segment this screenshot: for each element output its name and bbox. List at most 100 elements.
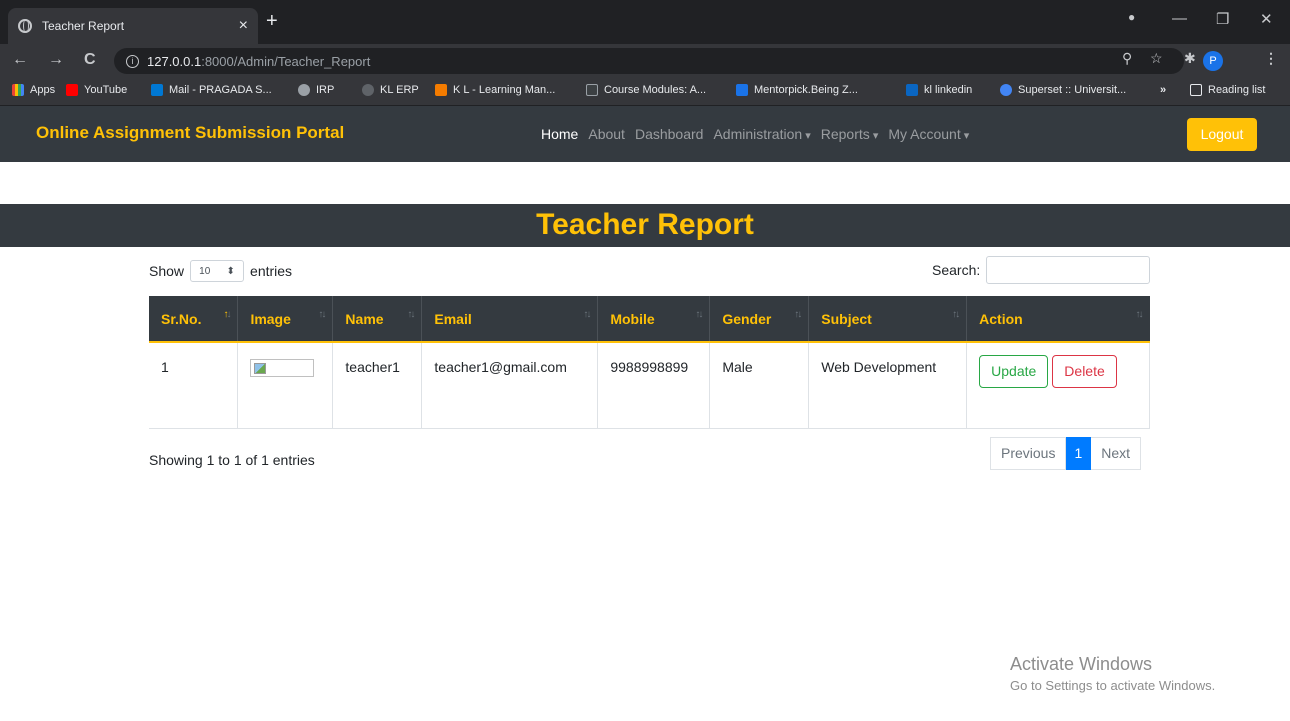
search-input[interactable] [986, 256, 1151, 284]
activate-windows-watermark: Activate Windows Go to Settings to activ… [1010, 654, 1215, 693]
watermark-line1: Activate Windows [1010, 654, 1153, 674]
aws-icon [586, 84, 598, 96]
col-gender[interactable]: Gender ↑↓ [709, 296, 809, 343]
reload-icon[interactable]: C [84, 51, 96, 69]
profile-avatar[interactable]: P [1203, 51, 1223, 71]
sort-icon: ↑↓ [952, 309, 960, 320]
col-mobile[interactable]: Mobile ↑↓ [597, 296, 710, 343]
cell-gender: Male [709, 342, 809, 429]
moodle-icon [435, 84, 447, 96]
nav-links: Home About Dashboard Administration Repo… [541, 126, 969, 142]
col-action[interactable]: Action ↑↓ [966, 296, 1150, 343]
apps-grid-icon [12, 84, 24, 96]
outlook-icon [151, 84, 163, 96]
youtube-icon [66, 84, 78, 96]
menu-kebab-icon[interactable]: ⋮ [1264, 50, 1278, 67]
sort-icon: ↑↓ [407, 309, 415, 320]
bookmark-kl-erp[interactable]: KL ERP [362, 84, 419, 96]
close-window-icon[interactable]: ✕ [1260, 10, 1273, 28]
col-email[interactable]: Email ↑↓ [421, 296, 598, 343]
entries-label: entries [250, 263, 293, 279]
restore-icon[interactable]: ❐ [1216, 10, 1229, 28]
bookmark-superset[interactable]: Superset :: Universit... [1000, 84, 1126, 96]
globe-icon [18, 19, 32, 33]
cell-subject: Web Development [808, 342, 967, 429]
nav-administration[interactable]: Administration [713, 126, 810, 142]
teacher-table: Sr.No. ↑↓ Image ↑↓ Name ↑↓ Email ↑↓ Mobile ↑↓… [149, 296, 1150, 429]
update-button[interactable]: Update [979, 355, 1049, 388]
logout-button[interactable]: Logout [1187, 118, 1257, 151]
cell-email: teacher1@gmail.com [421, 342, 598, 429]
search-control: Search: [932, 256, 1151, 284]
url-input[interactable]: i 127.0.0.1 :8000/Admin/Teacher_Report [114, 48, 1184, 74]
forward-icon[interactable]: → [48, 51, 64, 69]
sort-icon: ↑↓ [583, 309, 591, 320]
bookmark-irp[interactable]: IRP [298, 84, 334, 96]
entries-select[interactable]: 10 ⬍ [190, 260, 245, 282]
next-button[interactable]: Next [1091, 437, 1142, 470]
url-host: 127.0.0.1 [147, 53, 202, 69]
extensions-icon[interactable]: ✱ [1184, 50, 1196, 67]
sort-icon: ↑↓ [794, 309, 802, 320]
sort-icon: ↑↓ [318, 309, 326, 320]
mentorpick-icon [736, 84, 748, 96]
previous-button[interactable]: Previous [990, 437, 1067, 470]
bookmark-course-modules[interactable]: Course Modules: A... [586, 84, 706, 96]
nav-about[interactable]: About [588, 126, 625, 142]
site-info-icon[interactable]: i [126, 54, 139, 68]
kl-erp-icon [362, 84, 374, 96]
brand-title[interactable]: Online Assignment Submission Portal [36, 123, 344, 143]
bookmark-mail[interactable]: Mail - PRAGADA S... [151, 84, 272, 96]
bookmarks-more[interactable]: » [1160, 84, 1166, 96]
new-tab-icon[interactable]: + [266, 10, 278, 33]
delete-button[interactable]: Delete [1052, 355, 1117, 388]
col-image[interactable]: Image ↑↓ [237, 296, 333, 343]
back-icon[interactable]: ← [12, 51, 28, 69]
tab-close-icon[interactable]: × [239, 17, 248, 35]
bookmark-kl-learning[interactable]: K L - Learning Man... [435, 84, 555, 96]
col-srno[interactable]: Sr.No. ↑↓ [149, 296, 238, 343]
cell-mobile: 9988998899 [597, 342, 710, 429]
cell-image [237, 342, 333, 429]
tab-title: Teacher Report [42, 19, 125, 33]
sort-icon: ↑↓ [223, 309, 231, 320]
nav-reports[interactable]: Reports [821, 126, 879, 142]
col-subject[interactable]: Subject ↑↓ [808, 296, 967, 343]
nav-my-account[interactable]: My Account [888, 126, 969, 142]
page-title: Teacher Report [536, 208, 754, 241]
linkedin-icon [906, 84, 918, 96]
sort-icon: ↑↓ [1135, 309, 1144, 320]
page-header: Teacher Report [0, 204, 1290, 247]
nav-home[interactable]: Home [541, 126, 578, 142]
browser-tab-bar: Teacher Report × + ● — ❐ ✕ [0, 0, 1290, 44]
broken-image-icon [250, 359, 315, 377]
reading-list[interactable]: Reading list [1190, 84, 1265, 96]
site-navbar: Online Assignment Submission Portal Home… [0, 106, 1290, 162]
cell-srno: 1 [149, 342, 238, 429]
minimize-icon[interactable]: — [1172, 10, 1187, 27]
irp-icon [298, 84, 310, 96]
table-info: Showing 1 to 1 of 1 entries [149, 452, 315, 468]
bookmark-apps[interactable]: Apps [12, 84, 55, 96]
entries-select-value: 10 [199, 265, 211, 277]
col-name[interactable]: Name ↑↓ [332, 296, 422, 343]
length-control: Show 10 ⬍ entries [149, 260, 292, 282]
cell-action: Update Delete [966, 342, 1150, 429]
select-arrows-icon: ⬍ [226, 265, 235, 277]
address-bar: ← → C i 127.0.0.1 :8000/Admin/Teacher_Re… [0, 44, 1290, 78]
bookmark-mentorpick[interactable]: Mentorpick.Being Z... [736, 84, 858, 96]
page-1-button[interactable]: 1 [1066, 437, 1092, 470]
nav-dashboard[interactable]: Dashboard [635, 126, 704, 142]
url-path: :8000/Admin/Teacher_Report [201, 53, 371, 69]
tab-search-icon[interactable]: ● [1128, 10, 1135, 24]
bookmarks-bar: Apps YouTube Mail - PRAGADA S... IRP KL … [0, 78, 1290, 106]
superset-icon [1000, 84, 1012, 96]
table-header-row: Sr.No. ↑↓ Image ↑↓ Name ↑↓ Email ↑↓ Mobile ↑↓… [149, 296, 1150, 343]
sort-icon: ↑↓ [695, 309, 703, 320]
browser-tab[interactable]: Teacher Report × [8, 8, 258, 44]
bookmark-star-icon[interactable]: ☆ [1150, 50, 1163, 67]
bookmark-kl-linkedin[interactable]: kl linkedin [906, 84, 972, 96]
zoom-icon[interactable]: ⚲ [1122, 50, 1132, 67]
bookmark-youtube[interactable]: YouTube [66, 84, 127, 96]
reading-list-icon [1190, 84, 1202, 96]
